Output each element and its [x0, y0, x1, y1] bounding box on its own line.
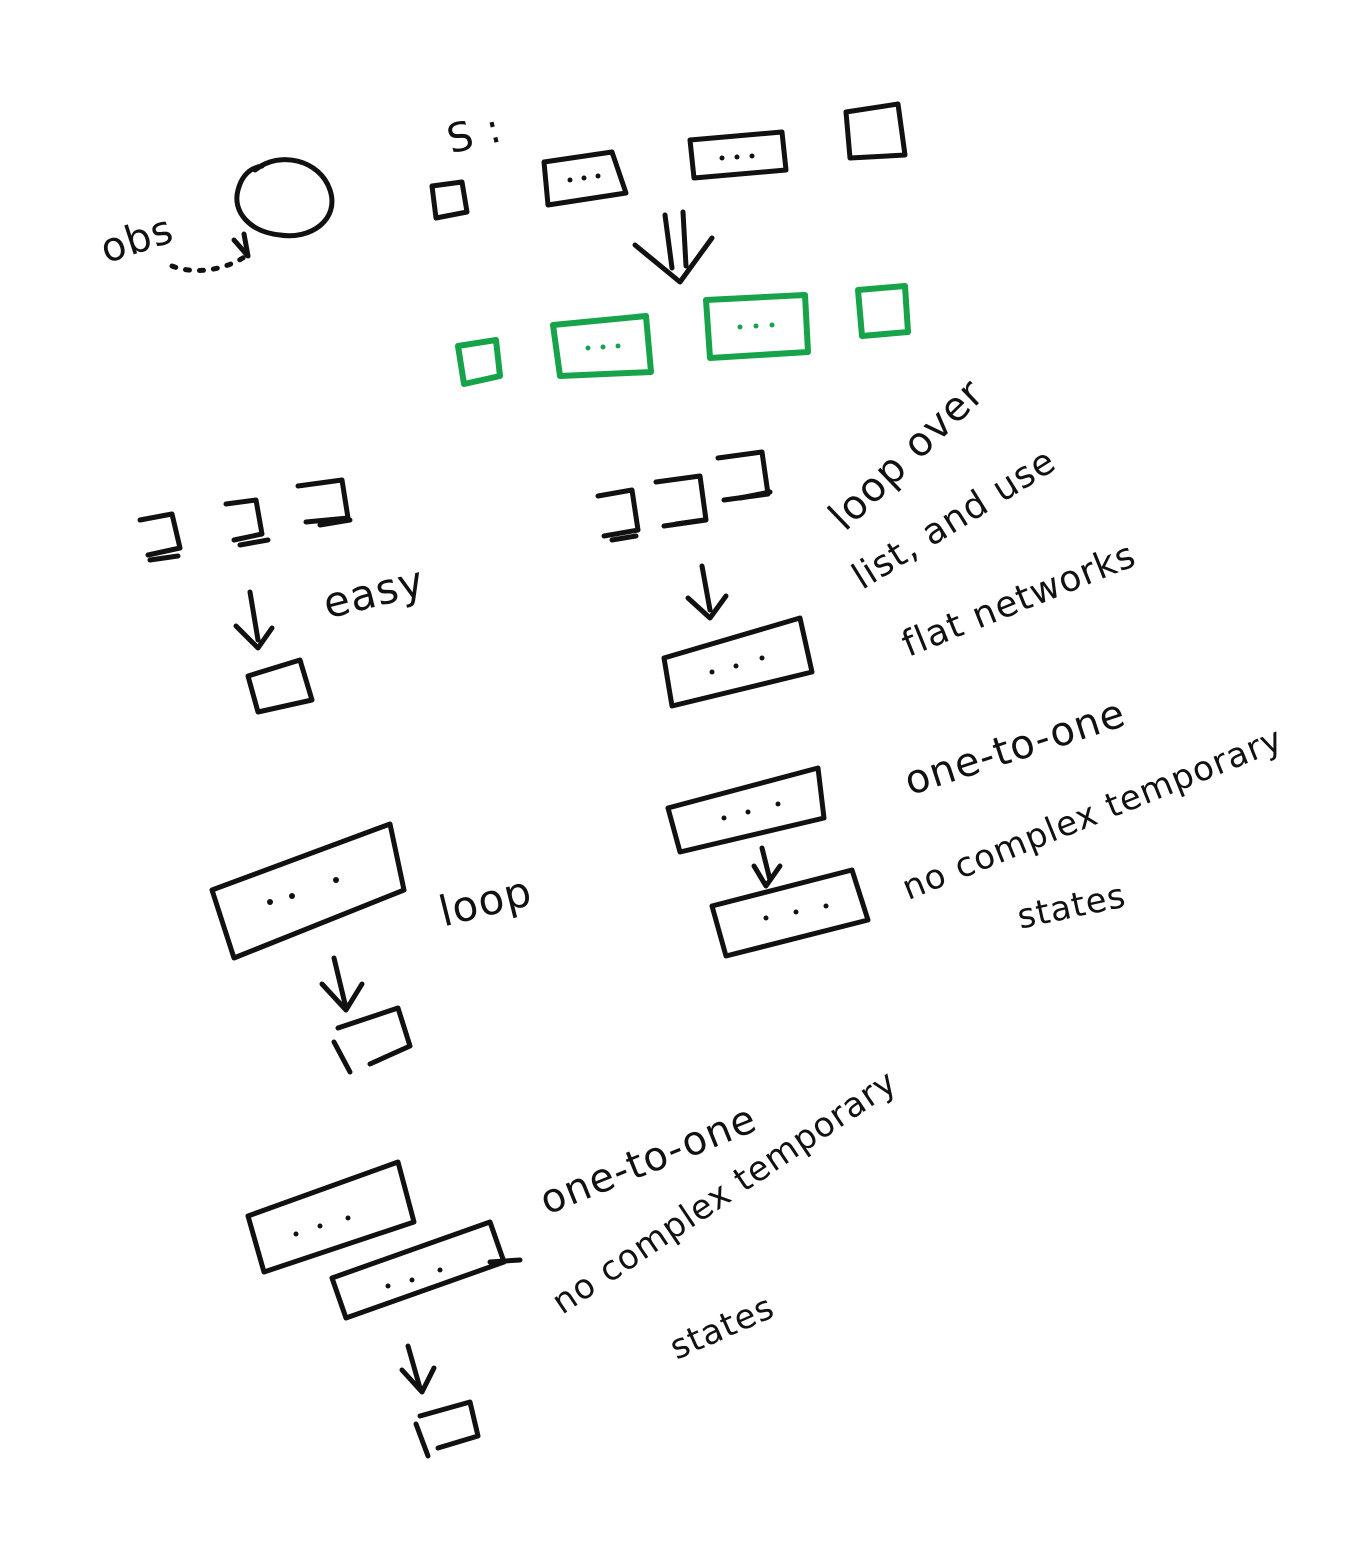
obs-circle — [234, 157, 335, 239]
green-box-1 — [455, 337, 503, 387]
sketch-one-to-one-bottom — [245, 1159, 523, 1459]
transform-arrow — [632, 209, 715, 285]
sketch-easy — [137, 477, 353, 715]
sequence-s — [429, 101, 908, 221]
green-box-4 — [855, 283, 911, 339]
s-box-1 — [429, 179, 470, 221]
sequence-green — [455, 283, 911, 387]
obs-arrowhead — [231, 231, 251, 259]
sketch-loop-over — [595, 449, 815, 709]
obs-sketch — [169, 157, 335, 274]
sketch-one-to-one-right — [665, 765, 871, 959]
sketch-loop — [209, 821, 413, 1075]
whiteboard-canvas: obs S : easy loop over list, and use fla… — [0, 0, 1364, 1561]
s-box-4 — [843, 101, 908, 161]
obs-dashed-arrow — [169, 253, 249, 274]
